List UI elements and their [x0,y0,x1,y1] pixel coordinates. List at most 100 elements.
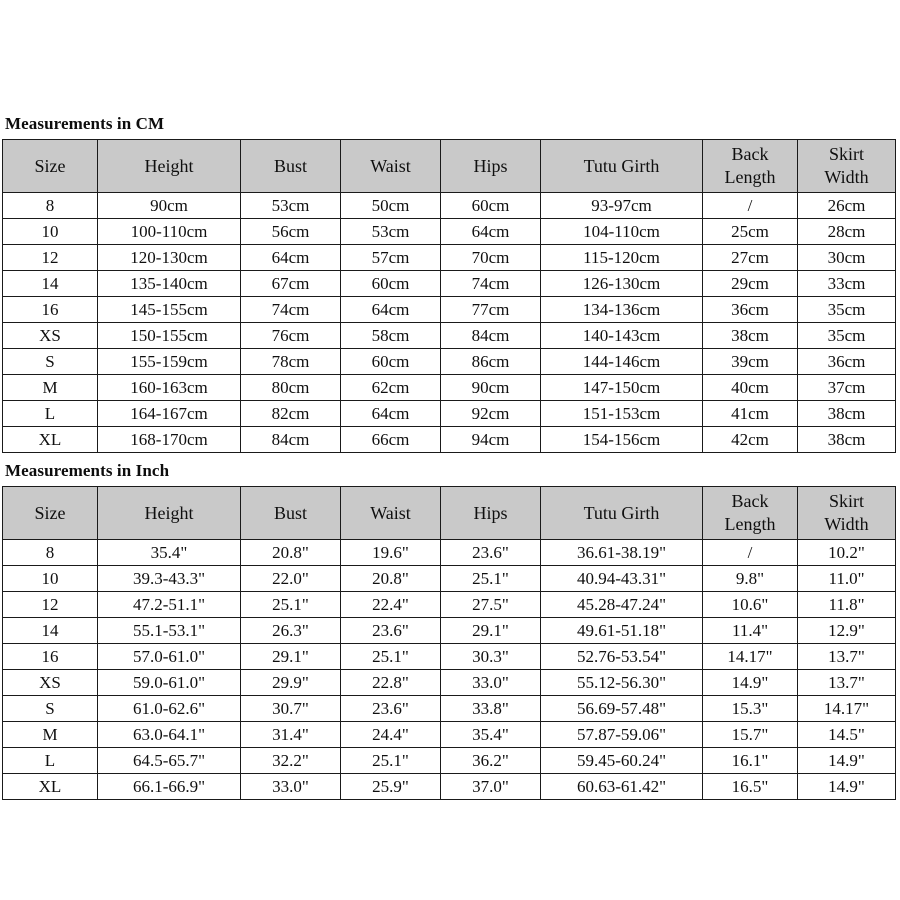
cell-tutu_girth: 59.45-60.24" [540,747,703,774]
column-header-tutu_girth: Tutu Girth [540,139,703,193]
cell-height: 47.2-51.1" [97,591,241,618]
cell-hips: 36.2" [440,747,541,774]
cell-back_length: 27cm [702,244,798,271]
table-header-row: Size Height Bust Waist Hips Tutu Girth Back Len… [2,139,896,193]
cell-back_length: 38cm [702,322,798,349]
cell-size: S [2,695,98,722]
cell-hips: 92cm [440,400,541,427]
cell-back_length: 15.3" [702,695,798,722]
cell-size: XS [2,669,98,696]
cell-skirt_width: 14.9" [797,773,896,800]
column-header-line: Width [824,514,869,534]
cell-back_length: 16.1" [702,747,798,774]
cell-height: 145-155cm [97,296,241,323]
cell-waist: 24.4" [340,721,441,748]
cell-skirt_width: 14.17" [797,695,896,722]
cell-waist: 62cm [340,374,441,401]
table-row: M 63.0-64.1" 31.4" 24.4" 35.4" 57.87-59.06" 15… [2,721,896,748]
cell-height: 155-159cm [97,348,241,375]
column-header-size: Size [2,486,98,540]
cell-bust: 82cm [240,400,341,427]
cell-back_length: / [702,192,798,219]
cell-waist: 58cm [340,322,441,349]
cell-height: 35.4" [97,539,241,566]
cell-size: XL [2,426,98,453]
cell-hips: 25.1" [440,565,541,592]
column-header-line: Height [144,502,194,523]
cell-bust: 26.3" [240,617,341,644]
cell-size: 8 [2,539,98,566]
cell-bust: 25.1" [240,591,341,618]
table-head-inch: Size Height Bust Waist Hips Tutu Girth Back Len… [2,486,896,540]
column-header-line: Tutu Girth [583,155,660,176]
cell-back_length: / [702,539,798,566]
cell-waist: 53cm [340,218,441,245]
cell-skirt_width: 11.8" [797,591,896,618]
table-row: XS 150-155cm 76cm 58cm 84cm 140-143cm 38cm 35cm [2,322,896,349]
column-header-line: Waist [370,502,411,523]
cell-skirt_width: 10.2" [797,539,896,566]
cell-skirt_width: 33cm [797,270,896,297]
cell-height: 63.0-64.1" [97,721,241,748]
cell-back_length: 9.8" [702,565,798,592]
table-row: 8 35.4" 20.8" 19.6" 23.6" 36.61-38.19"/10.2" [2,539,896,566]
cell-waist: 22.8" [340,669,441,696]
cell-skirt_width: 11.0" [797,565,896,592]
cell-bust: 74cm [240,296,341,323]
section-title-cm: Measurements in CM [5,114,165,133]
cell-back_length: 29cm [702,270,798,297]
cell-height: 55.1-53.1" [97,617,241,644]
cell-back_length: 10.6" [702,591,798,618]
cell-tutu_girth: 134-136cm [540,296,703,323]
column-header-line: Width [824,167,869,187]
size-chart-sheet: Measurements in CM Size Height Bust Waist Hi… [0,110,900,800]
cell-hips: 27.5" [440,591,541,618]
cell-height: 168-170cm [97,426,241,453]
cell-waist: 57cm [340,244,441,271]
cell-bust: 20.8" [240,539,341,566]
column-header-waist: Waist [340,486,441,540]
cell-tutu_girth: 126-130cm [540,270,703,297]
cell-hips: 84cm [440,322,541,349]
column-header-hips: Hips [440,139,541,193]
section-title-inch: Measurements in Inch [5,461,170,480]
section-measurements-inch: Measurements in Inch Size Height Bust Waist… [0,457,900,800]
table-row: 12 120-130cm 64cm 57cm 70cm 115-120cm 27cm 30cm [2,244,896,271]
cell-hips: 94cm [440,426,541,453]
column-header-line: Bust [273,502,307,523]
cell-height: 66.1-66.9" [97,773,241,800]
cell-tutu_girth: 60.63-61.42" [540,773,703,800]
cell-tutu_girth: 144-146cm [540,348,703,375]
cell-height: 57.0-61.0" [97,643,241,670]
cell-tutu_girth: 151-153cm [540,400,703,427]
cell-tutu_girth: 154-156cm [540,426,703,453]
cell-back_length: 14.17" [702,643,798,670]
cell-bust: 29.1" [240,643,341,670]
cell-size: XL [2,773,98,800]
column-header-line: Length [724,514,776,534]
cell-back_length: 36cm [702,296,798,323]
cell-waist: 64cm [340,400,441,427]
column-header-line: Hips [473,155,508,176]
table-row: S 61.0-62.6" 30.7" 23.6" 33.8" 56.69-57.48" 15… [2,695,896,722]
cell-height: 164-167cm [97,400,241,427]
cell-size: 16 [2,296,98,323]
cell-hips: 70cm [440,244,541,271]
cell-bust: 30.7" [240,695,341,722]
cell-back_length: 15.7" [702,721,798,748]
cell-height: 160-163cm [97,374,241,401]
cell-skirt_width: 35cm [797,322,896,349]
cell-skirt_width: 30cm [797,244,896,271]
cell-hips: 37.0" [440,773,541,800]
cell-back_length: 40cm [702,374,798,401]
cell-size: S [2,348,98,375]
table-row: M 160-163cm 80cm 62cm 90cm 147-150cm 40cm 37cm [2,374,896,401]
cell-bust: 22.0" [240,565,341,592]
cell-size: 14 [2,617,98,644]
column-header-bust: Bust [240,486,341,540]
cell-hips: 29.1" [440,617,541,644]
table-row: 10 100-110cm 56cm 53cm 64cm 104-110cm 25cm 28cm [2,218,896,245]
cell-tutu_girth: 49.61-51.18" [540,617,703,644]
cell-bust: 53cm [240,192,341,219]
cell-hips: 64cm [440,218,541,245]
